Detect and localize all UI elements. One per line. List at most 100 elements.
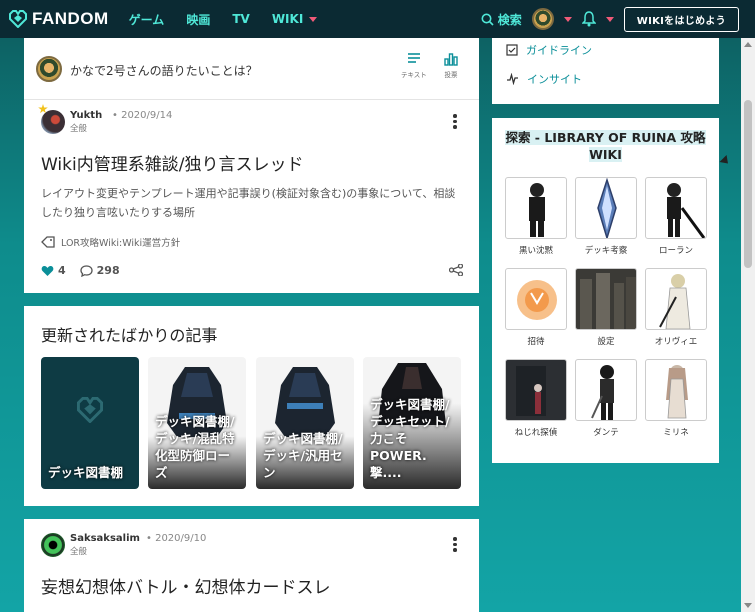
scroll-down-icon[interactable] <box>744 603 752 608</box>
explore-item[interactable]: デッキ考察 <box>575 177 637 256</box>
text-post-button[interactable]: テキスト <box>401 52 427 79</box>
explore-title-line1: 探索 - LIBRARY OF RUINA 攻略 <box>505 130 706 145</box>
chevron-down-icon[interactable] <box>563 16 572 22</box>
article-tile-label: デッキ図書棚/デッキ/混乱特化型防御ローズ <box>155 414 235 480</box>
checklist-icon <box>506 44 518 56</box>
insights-link[interactable]: インサイト <box>506 71 582 87</box>
character-image <box>667 183 706 238</box>
character-image <box>529 183 545 237</box>
guidelines-link[interactable]: ガイドライン <box>506 42 592 58</box>
comment-button[interactable]: 298 <box>80 264 120 277</box>
like-button[interactable]: 4 <box>41 264 66 277</box>
nav-link-tv[interactable]: TV <box>232 12 249 26</box>
explore-item[interactable]: ダンテ <box>575 359 637 438</box>
explore-thumb <box>645 268 707 330</box>
explore-thumb <box>575 177 637 239</box>
more-options-icon[interactable] <box>453 114 457 129</box>
character-image <box>591 365 614 420</box>
explore-item[interactable]: ねじれ探偵 <box>505 359 567 438</box>
post-title[interactable]: Wiki内管理系雑談/独り言スレッド <box>41 150 303 175</box>
article-tile[interactable]: デッキ図書棚/デッキ/汎用セン <box>256 357 354 489</box>
page-scrollbar[interactable] <box>741 38 755 612</box>
invitation-image <box>517 280 557 320</box>
explore-item-label: ねじれ探偵 <box>514 428 558 438</box>
avatar <box>36 56 62 82</box>
fandom-logo[interactable]: FANDOM <box>8 9 109 29</box>
fandom-heart-icon <box>77 397 103 423</box>
post-category[interactable]: 全般 <box>70 122 87 134</box>
explore-thumb <box>505 359 567 421</box>
nav-link-movies[interactable]: 映画 <box>186 11 210 28</box>
explore-item-label: ダンテ <box>593 428 619 438</box>
article-tile-label: デッキ図書棚 <box>48 465 124 480</box>
explore-item[interactable]: ローラン <box>645 177 707 256</box>
weapon-image <box>597 178 617 238</box>
wiki-tools-card: ガイドライン インサイト <box>492 38 719 104</box>
explore-item[interactable]: 黒い沈黙 <box>505 177 567 256</box>
bell-icon[interactable] <box>581 11 596 27</box>
nav-link-wiki[interactable]: WIKI <box>271 12 318 26</box>
search-icon <box>481 13 494 26</box>
poll-post-label: 投票 <box>444 71 458 79</box>
discussion-prompt[interactable]: かなで2号さんの語りたいことは？ テキスト 投票 <box>24 38 479 100</box>
explore-item-label: ローラン <box>658 246 693 256</box>
article-tile-label: デッキ図書棚/デッキセット/力こそPOWER.撃.... <box>370 397 450 480</box>
like-count: 4 <box>58 264 66 277</box>
start-wiki-button[interactable]: WIKIをはじめよう <box>623 6 739 32</box>
prompt-text[interactable]: かなで2号さんの語りたいことは？ <box>70 62 258 79</box>
article-tile[interactable]: デッキ図書棚/デッキ/混乱特化型防御ローズ <box>148 357 246 489</box>
post-body: レイアウト変更やテンプレート運用や記事誤り(検証対象含む)の事象について、相談し… <box>41 187 456 219</box>
poll-post-button[interactable]: 投票 <box>444 52 458 79</box>
pulse-icon <box>507 73 518 85</box>
chevron-down-icon[interactable] <box>605 16 614 22</box>
fandom-wordmark: FANDOM <box>32 9 109 28</box>
fandom-heart-icon <box>9 10 27 28</box>
post-tag[interactable]: LOR攻略Wiki:Wiki運営方針 <box>41 235 180 249</box>
post-author[interactable]: Yukth <box>70 110 102 121</box>
avatar[interactable] <box>41 110 65 134</box>
explore-thumb <box>575 268 637 330</box>
top-navigation: FANDOM ゲーム 映画 TV WIKI 検索 WIKIをはじめよう <box>0 0 755 38</box>
comment-count: 298 <box>96 264 120 277</box>
explore-item[interactable]: 招待 <box>505 268 567 347</box>
explore-item[interactable]: ミリネ <box>645 359 707 438</box>
share-icon[interactable] <box>449 264 463 276</box>
explore-item-label: 黒い沈黙 <box>518 246 553 256</box>
more-options-icon[interactable] <box>453 537 457 552</box>
text-lines-icon <box>407 53 420 63</box>
avatar[interactable] <box>41 533 65 557</box>
explore-item-label: デッキ考察 <box>584 246 628 256</box>
explore-item-label: 招待 <box>527 337 545 347</box>
post-category[interactable]: 全般 <box>70 545 87 557</box>
post-date: • 2020/9/14 <box>112 110 173 121</box>
recent-articles-title: 更新されたばかりの記事 <box>41 326 218 345</box>
explore-title: 探索 - LIBRARY OF RUINA 攻略 WIKI <box>492 129 719 163</box>
scrollbar-thumb[interactable] <box>744 100 752 268</box>
explore-item[interactable]: オリヴィエ <box>645 268 707 347</box>
explore-item[interactable]: 設定 <box>575 268 637 347</box>
post-date: • 2020/9/10 <box>146 533 207 544</box>
article-tile[interactable]: デッキ図書棚/デッキセット/力こそPOWER.撃.... <box>363 357 461 489</box>
recent-articles-card: 更新されたばかりの記事 デッキ図書棚 デッキ図書棚/デッキ/混乱特化型防御ローズ… <box>24 306 479 506</box>
search-button[interactable]: 検索 <box>481 11 522 28</box>
explore-thumb <box>645 177 707 239</box>
post-author[interactable]: Saksaksalim <box>70 533 140 544</box>
post-title[interactable]: 妄想幻想体バトル・幻想体カードスレ <box>41 573 331 598</box>
city-image <box>580 273 636 329</box>
user-avatar[interactable] <box>531 8 554 30</box>
detective-image <box>516 366 546 416</box>
explore-title-line2: WIKI <box>589 147 622 162</box>
guidelines-label: ガイドライン <box>526 44 592 57</box>
scroll-up-icon[interactable] <box>744 42 752 47</box>
article-tile[interactable]: デッキ図書棚 <box>41 357 139 489</box>
nav-link-games[interactable]: ゲーム <box>129 11 165 28</box>
discussion-post[interactable]: Saksaksalim • 2020/9/10 全般 妄想幻想体バトル・幻想体カ… <box>24 519 479 612</box>
text-post-label: テキスト <box>401 71 427 79</box>
heart-icon <box>41 265 54 276</box>
article-tile-label: デッキ図書棚/デッキ/汎用セン <box>263 431 343 480</box>
explore-item-label: 設定 <box>597 337 615 347</box>
explore-thumb <box>505 177 567 239</box>
comment-icon <box>80 264 93 277</box>
nav-link-wiki-label: WIKI <box>271 12 304 26</box>
discussion-post[interactable]: Yukth • 2020/9/14 全般 Wiki内管理系雑談/独り言スレッド … <box>24 100 479 293</box>
